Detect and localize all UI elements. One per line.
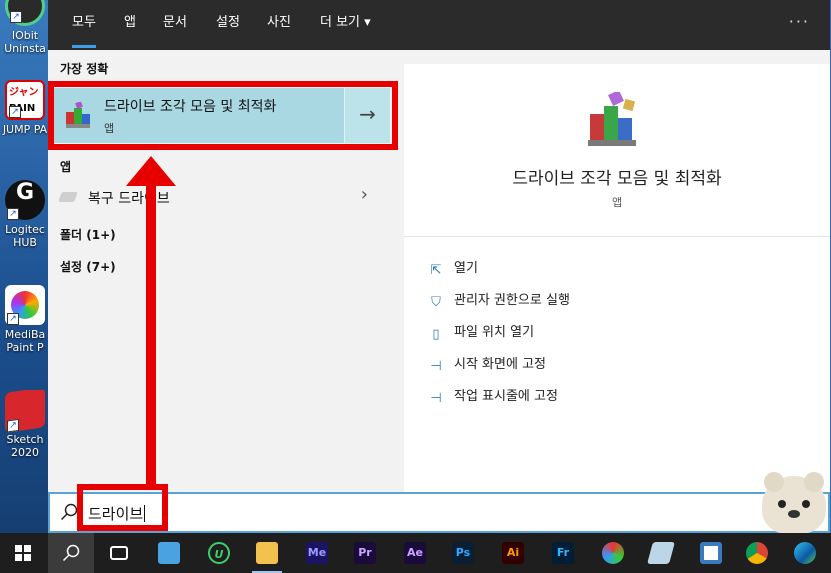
desktop-icon-iobit[interactable]: ↗ IObit Uninsta [0,0,50,55]
drive-icon [58,192,78,202]
task-view-icon [110,546,128,560]
tab-all[interactable]: 모두 [60,0,108,50]
desktop-icon-label: Uninsta [4,42,46,55]
action-run-as-admin[interactable]: ⛉ 관리자 권한으로 실행 [428,289,570,311]
tab-documents[interactable]: 문서 [151,0,199,50]
desktop-icon-label: IObit [11,29,39,42]
open-icon: ⇱ [430,263,442,278]
action-label: 열기 [454,261,478,276]
desktop-icon-label: Paint P [6,341,44,354]
edge-icon [794,542,816,564]
media-encoder-app[interactable]: Me [294,533,340,573]
action-label: 관리자 권한으로 실행 [454,293,570,308]
action-label: 파일 위치 열기 [454,325,535,340]
desktop-icon-jump-paint[interactable]: ジャン PAIN ↗ JUMP PA [0,80,50,136]
desktop-icon-label: Logitec [5,223,45,236]
list-item[interactable]: 복구 드라이브 › [48,182,390,212]
desktop-icon-label: JUMP PA [2,123,48,136]
davinci-app[interactable] [590,533,636,573]
upwork-icon: U [208,542,230,564]
tab-settings[interactable]: 설정 [204,0,252,50]
search-tab-bar: 모두 앱 문서 설정 사진 더 보기 ▾ ··· [48,0,830,50]
folder-icon [256,542,278,564]
tab-more[interactable]: 더 보기 ▾ [308,0,383,50]
overflow-menu-button[interactable]: ··· [789,0,810,50]
action-pin-to-taskbar[interactable]: ⊣ 작업 표시줄에 고정 [428,385,558,407]
photoshop-app[interactable]: Ps [440,533,486,573]
desktop-icon-label: Sketch [6,433,44,446]
search-icon [60,503,78,521]
detail-subtitle: 앱 [611,196,623,209]
action-label: 작업 표시줄에 고정 [454,389,558,404]
action-label: 시작 화면에 고정 [454,357,546,372]
windows-start-button[interactable] [0,533,46,573]
best-match-header: 가장 정확 [60,62,109,76]
search-panel: 모두 앱 문서 설정 사진 더 보기 ▾ ··· 가장 정확 드라이브 조각 모… [48,0,830,492]
highlight-box-best-match [48,81,398,150]
defrag-icon [588,92,636,146]
list-item-label: 복구 드라이브 [88,191,170,207]
premiere-pro-app[interactable]: Pr [342,533,388,573]
tab-photos[interactable]: 사진 [255,0,303,50]
action-open-file-location[interactable]: ▯ 파일 위치 열기 [428,321,534,343]
arrow-head-annotation [126,156,176,186]
desktop-icon-label: MediBa [4,328,46,341]
pin-icon: ⊣ [430,359,442,374]
chrome-app[interactable] [734,533,780,573]
davinci-icon [602,542,624,564]
arrow-annotation [146,180,156,486]
divider [404,236,830,237]
file-location-icon: ▯ [432,327,440,342]
media-encoder-icon: Me [306,542,328,564]
notes-app[interactable] [638,533,684,573]
after-effects-app[interactable]: Ae [392,533,438,573]
windows-icon [15,545,31,561]
tab-apps[interactable]: 앱 [112,0,148,50]
search-icon [62,544,80,562]
action-open[interactable]: ⇱ 열기 [428,257,478,279]
desktop-icon-label: 2020 [11,446,39,459]
task-view-button[interactable] [96,533,142,573]
contact-card-icon [158,542,180,564]
detail-pane: 드라이브 조각 모음 및 최적화 앱 ⇱ 열기 ⛉ 관리자 권한으로 실행 ▯ 파일 … [404,64,830,492]
premiere-pro-icon: Pr [354,542,376,564]
notes-icon [647,542,675,564]
apps-header: 앱 [60,160,72,174]
search-button[interactable] [48,533,94,573]
upwork-app[interactable]: U [196,533,242,573]
photoshop-icon: Ps [452,542,474,564]
chevron-right-icon[interactable]: › [361,184,368,205]
shield-icon: ⛉ [431,295,441,310]
folder-app[interactable] [244,533,290,573]
file-explorer-app[interactable] [146,533,192,573]
desktop-icon-medibang[interactable]: ↗ MediBa Paint P [0,285,50,354]
edge-app[interactable] [782,533,828,573]
highlight-box-search [77,484,168,531]
illustrator-app[interactable]: Ai [490,533,536,573]
detail-title: 드라이브 조각 모음 및 최적화 [512,169,722,189]
folders-header[interactable]: 폴더 (1+) [60,226,116,243]
action-pin-to-start[interactable]: ⊣ 시작 화면에 고정 [428,353,546,375]
settings-header[interactable]: 설정 (7+) [60,258,116,275]
taskbar: U Me Pr Ae Ps Ai Fr [0,533,831,573]
pin-icon: ⊣ [430,391,442,406]
fresco-icon: Fr [552,542,574,564]
fresco-app[interactable]: Fr [540,533,586,573]
remote-app[interactable] [688,533,734,573]
desktop-icon-sketchup[interactable]: ↗ Sketch 2020 [0,390,50,459]
desktop-icon-logitech-hub[interactable]: G ↗ Logitec HUB [0,180,50,249]
illustrator-icon: Ai [502,542,524,564]
bear-mascot [762,472,826,534]
desktop-icon-label: HUB [13,236,37,249]
after-effects-icon: Ae [404,542,426,564]
remote-icon [700,542,722,564]
chrome-icon [746,542,768,564]
